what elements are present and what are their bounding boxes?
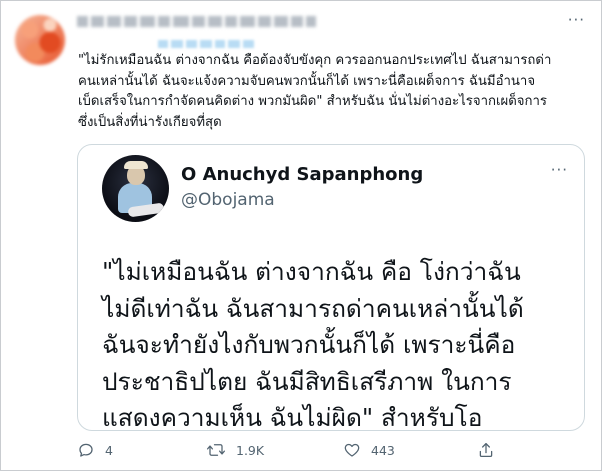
- quoted-text-line: ฉันจะทำยังไงกับพวกนั้นก็ได้ เพราะนี่คือ: [102, 330, 516, 359]
- like-button[interactable]: 443: [343, 438, 395, 462]
- quoted-text-line: ประชาธิปไตย ฉันมีสิทธิเสรีภาพ ในการ: [102, 366, 512, 396]
- author-handle-redacted[interactable]: [158, 38, 254, 50]
- reply-button[interactable]: 4: [77, 438, 113, 462]
- quoted-tweet-text: "ไม่เหมือนฉัน ต่างจากฉัน คือ โง่กว่าฉัน …: [102, 254, 572, 431]
- tweet-actions-bar: 4 1.9K 443: [77, 438, 597, 464]
- quoted-text-line: ไม่ดีเท่าฉัน ฉันสามารถด่าคนเหล่านั้นได้: [102, 293, 524, 323]
- reply-icon: [79, 443, 93, 457]
- like-count: 443: [371, 442, 395, 458]
- tweet-text-line: เบ็ดเสร็จในการกำจัดคนคิดต่าง พวกมันผิด" …: [78, 94, 547, 109]
- quoted-author-name[interactable]: O Anuchyd Sapanphong: [181, 164, 423, 185]
- share-button[interactable]: [477, 438, 495, 462]
- author-name-redacted[interactable]: [77, 14, 316, 28]
- author-avatar[interactable]: [15, 15, 65, 65]
- more-options-icon[interactable]: ···: [568, 13, 585, 28]
- quoted-tweet[interactable]: O Anuchyd Sapanphong @Obojama ··· "ไม่เห…: [77, 144, 585, 431]
- quoted-text-line: แสดงความเห็น ฉันไม่ผิด" สำหรับโอ: [102, 403, 483, 431]
- quoted-more-options-icon[interactable]: ···: [551, 161, 568, 179]
- tweet-text: "ไม่รักเหมือนฉัน ต่างจากฉัน คือต้องจับขั…: [78, 51, 588, 133]
- tweet-text-line: ซึ่งเป็นสิ่งที่น่ารังเกียจที่สุด: [78, 114, 222, 130]
- tweet-text-line: "ไม่รักเหมือนฉัน ต่างจากฉัน คือต้องจับขั…: [78, 53, 552, 68]
- quoted-text-line: "ไม่เหมือนฉัน ต่างจากฉัน คือ โง่กว่าฉัน: [102, 257, 521, 286]
- quoted-author-handle[interactable]: @Obojama: [181, 190, 275, 210]
- quoted-author-avatar[interactable]: [102, 155, 169, 222]
- retweet-count: 1.9K: [236, 442, 265, 458]
- reply-count: 4: [105, 442, 113, 458]
- heart-icon: [344, 443, 360, 457]
- tweet-card[interactable]: ··· "ไม่รักเหมือนฉัน ต่างจากฉัน คือต้องจ…: [0, 0, 602, 471]
- retweet-icon: [206, 444, 226, 456]
- retweet-button[interactable]: 1.9K: [206, 438, 264, 462]
- share-icon: [479, 442, 493, 458]
- tweet-text-line: คนเหล่านั้นได้ ฉันจะแจ้งความจับคนพวกนั้น…: [78, 73, 536, 89]
